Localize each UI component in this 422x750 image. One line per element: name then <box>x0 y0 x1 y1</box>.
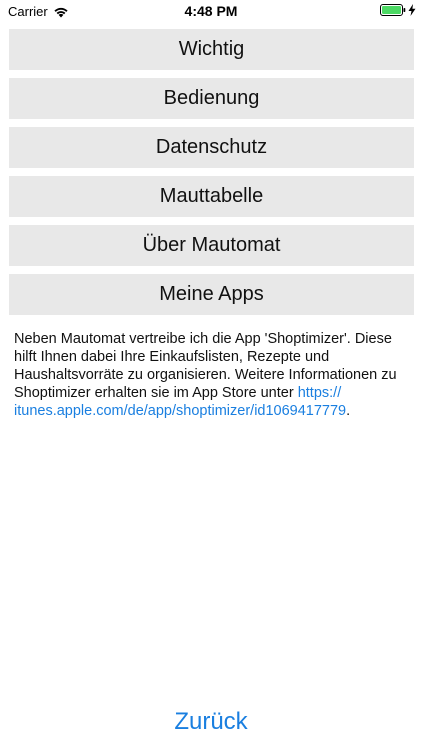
description-trailing: . <box>346 403 351 419</box>
menu-list: Wichtig Bedienung Datenschutz Mauttabell… <box>9 29 414 323</box>
status-bar: Carrier 4:48 PM <box>0 0 422 22</box>
menu-button-datenschutz[interactable]: Datenschutz <box>9 127 414 168</box>
menu-button-wichtig[interactable]: Wichtig <box>9 29 414 70</box>
back-button[interactable]: Zurück <box>0 704 422 740</box>
menu-button-mauttabelle[interactable]: Mauttabelle <box>9 176 414 217</box>
menu-button-ueber-mautomat[interactable]: Über Mautomat <box>9 225 414 266</box>
charging-bolt-icon <box>408 4 416 16</box>
menu-button-bedienung[interactable]: Bedienung <box>9 78 414 119</box>
status-time: 4:48 PM <box>184 3 238 19</box>
menu-button-meine-apps[interactable]: Meine Apps <box>9 274 414 315</box>
status-right <box>380 4 416 16</box>
battery-icon <box>380 4 406 16</box>
description-text: Neben Mautomat vertreibe ich die App 'Sh… <box>14 330 410 420</box>
screen: Carrier 4:48 PM Wichtig Bedienung Datens… <box>0 0 422 750</box>
